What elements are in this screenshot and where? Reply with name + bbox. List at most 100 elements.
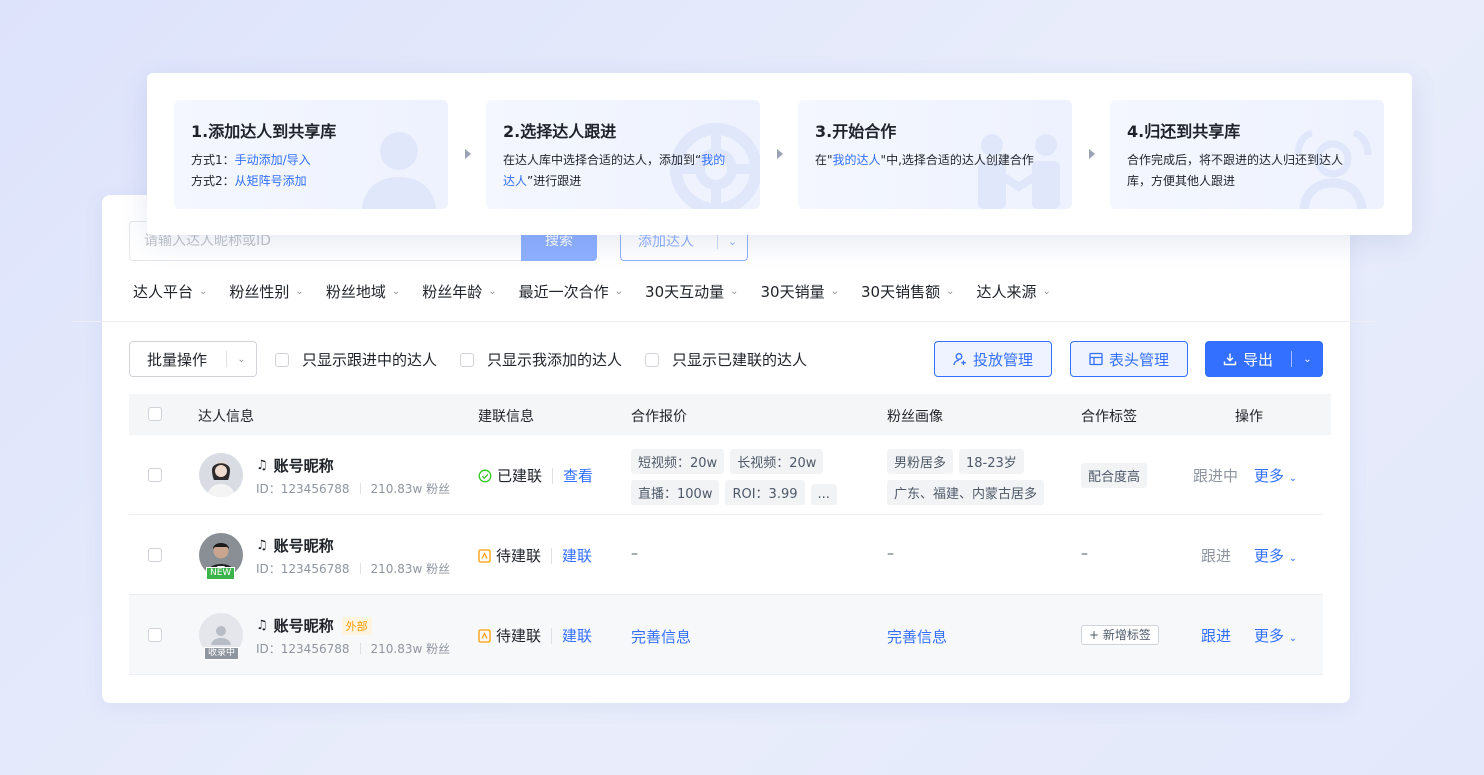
step-return-creator: 4.归还到共享库 合作完成后，将不跟进的达人归还到达人库，方便其他人跟进 [1110, 100, 1384, 209]
more-label: 更多 [1254, 627, 1285, 645]
row-checkbox[interactable] [148, 628, 162, 642]
chevron-down-icon[interactable]: ⌄ [718, 235, 747, 248]
filter-fan-age[interactable]: 粉丝年龄 ⌄ [422, 281, 496, 302]
step-arrow-icon [465, 149, 471, 159]
status-text: 已建联 [497, 467, 543, 485]
table-row: 收录中 ♫ 账号昵称 外部 ID：123456788 210.83w 粉丝 待建联 建联… [129, 595, 1323, 675]
export-button[interactable]: 导出 ⌄ [1205, 341, 1323, 377]
complete-quote-link[interactable]: 完善信息 [631, 626, 691, 647]
contact-link[interactable]: 建联 [562, 545, 592, 566]
filter-source[interactable]: 达人来源 ⌄ [976, 281, 1050, 302]
chevron-down-icon: ⌄ [730, 286, 739, 297]
row-checkbox[interactable] [148, 468, 162, 482]
more-menu[interactable]: 更多 ⌄ [1254, 465, 1297, 486]
step-text: 在" [815, 153, 833, 167]
creator-meta: ID：123456788 210.83w 粉丝 [256, 640, 450, 657]
filter-label: 30天销售额 [861, 283, 941, 301]
step-description: 在"我的达人"中,选择合适的达人创建合作 [815, 150, 1041, 171]
creator-name-text: 账号昵称 [273, 537, 334, 555]
my-creators-link[interactable]: 我的达人 [833, 153, 881, 167]
quote-more-chip[interactable]: ... [810, 484, 837, 505]
export-label: 导出 [1242, 350, 1273, 369]
step-method-label: 方式2： [191, 174, 235, 188]
creator-name[interactable]: ♫ 账号昵称 [256, 455, 334, 476]
contact-status: 已建联 查看 [478, 465, 593, 486]
complete-portrait-link[interactable]: 完善信息 [887, 626, 947, 647]
avatar [199, 453, 243, 497]
quote-chip: ROI：3.99 [725, 480, 805, 505]
fan-count: 210.83w 粉丝 [370, 562, 451, 576]
quote-chip: 直播：100w [631, 480, 720, 505]
check-circle-icon [478, 469, 492, 482]
chevron-down-icon: ⌄ [391, 286, 401, 297]
filter-label: 粉丝性别 [229, 283, 290, 301]
page-background: 请输入达人昵称或ID 搜索 添加达人 ⌄ 达人平台 ⌄ 粉丝性别 ⌄ 粉丝地域 ⌄ 粉… [0, 0, 1484, 775]
col-contact-info: 建联信息 [478, 409, 534, 425]
header-manage-button[interactable]: 表头管理 [1070, 341, 1188, 377]
chevron-down-icon: ⌄ [1288, 633, 1298, 644]
filter-30d-interaction[interactable]: 30天互动量 ⌄ [645, 281, 738, 302]
coop-tag: 配合度高 [1081, 463, 1153, 488]
only-following-checkbox[interactable]: 只显示跟进中的达人 [275, 349, 437, 370]
creator-name[interactable]: ♫ 账号昵称 外部 [256, 615, 372, 636]
select-all-checkbox[interactable] [148, 407, 162, 421]
chevron-down-icon[interactable]: ⌄ [1292, 354, 1323, 365]
contact-link[interactable]: 建联 [562, 625, 592, 646]
chevron-down-icon: ⌄ [1288, 553, 1298, 564]
table-header: 达人信息 建联信息 合作报价 粉丝画像 合作标签 操作 [129, 394, 1331, 435]
follow-action[interactable]: 跟进 [1201, 625, 1231, 646]
only-linked-checkbox[interactable]: 只显示已建联的达人 [645, 349, 807, 370]
col-quote: 合作报价 [631, 409, 687, 425]
row-checkbox[interactable] [148, 548, 162, 562]
external-tag: 外部 [341, 616, 372, 635]
filter-label: 最近一次合作 [518, 283, 609, 301]
filter-platform[interactable]: 达人平台 ⌄ [133, 281, 207, 302]
filter-last-coop[interactable]: 最近一次合作 ⌄ [519, 281, 623, 302]
more-label: 更多 [1254, 467, 1285, 485]
creator-meta: ID：123456788 210.83w 粉丝 [256, 560, 450, 577]
checkbox[interactable] [645, 352, 659, 367]
creator-name-text: 账号昵称 [273, 617, 334, 635]
ad-manage-button[interactable]: 投放管理 [934, 341, 1052, 377]
portrait-chips: 广东、福建、内蒙古居多 [887, 480, 1050, 505]
creator-name[interactable]: ♫ 账号昵称 [256, 535, 334, 556]
step-title: 4.归还到共享库 [1127, 122, 1241, 141]
add-tag-button[interactable]: + 新增标签 [1081, 624, 1159, 645]
workflow-steps-card: 1.添加达人到共享库 方式1：手动添加/导入 方式2：从矩阵号添加 2.选择达人… [147, 73, 1412, 235]
more-menu[interactable]: 更多 ⌄ [1254, 625, 1297, 646]
checkbox[interactable] [460, 352, 474, 367]
step-arrow-icon [1089, 149, 1095, 159]
col-creator-info: 达人信息 [198, 409, 254, 425]
chevron-down-icon: ⌄ [199, 286, 208, 297]
filter-30d-sales[interactable]: 30天销量 ⌄ [761, 281, 839, 302]
step-title: 1.添加达人到共享库 [191, 122, 337, 141]
more-menu[interactable]: 更多 ⌄ [1254, 545, 1297, 566]
batch-actions-dropdown[interactable]: 批量操作 ⌄ [129, 341, 257, 377]
tag-empty: – [1081, 546, 1088, 562]
chevron-down-icon: ⌄ [237, 353, 246, 365]
step-description: 方式1：手动添加/导入 方式2：从矩阵号添加 [191, 150, 417, 192]
new-badge: NEW [206, 567, 236, 580]
only-mine-checkbox[interactable]: 只显示我添加的达人 [460, 349, 622, 370]
matrix-add-link[interactable]: 从矩阵号添加 [235, 174, 307, 188]
export-main[interactable]: 导出 [1205, 349, 1291, 370]
portrait-chip: 18-23岁 [959, 449, 1024, 474]
portrait-empty: – [887, 546, 894, 562]
table-toolbar: 批量操作 ⌄ 只显示跟进中的达人 只显示我添加的达人 只显示已建联的达人 投放管… [129, 341, 1323, 377]
pending-doc-icon [478, 548, 491, 563]
filter-30d-revenue[interactable]: 30天销售额 ⌄ [861, 281, 954, 302]
download-icon [1223, 353, 1237, 366]
fan-count: 210.83w 粉丝 [370, 642, 451, 656]
follow-action[interactable]: 跟进 [1201, 545, 1231, 566]
checkbox[interactable] [275, 352, 289, 367]
filter-fan-region[interactable]: 粉丝地域 ⌄ [326, 281, 400, 302]
manual-add-link[interactable]: 手动添加/导入 [235, 153, 311, 167]
filter-fan-gender[interactable]: 粉丝性别 ⌄ [229, 281, 303, 302]
col-fan-portrait: 粉丝画像 [887, 409, 943, 425]
chevron-down-icon: ⌄ [946, 286, 955, 297]
step-text: "中,选择合适的达人创建合作 [880, 153, 1034, 167]
divider [359, 563, 361, 574]
divider [551, 627, 553, 644]
table-columns-icon [1089, 352, 1103, 366]
view-contact-link[interactable]: 查看 [563, 465, 593, 486]
